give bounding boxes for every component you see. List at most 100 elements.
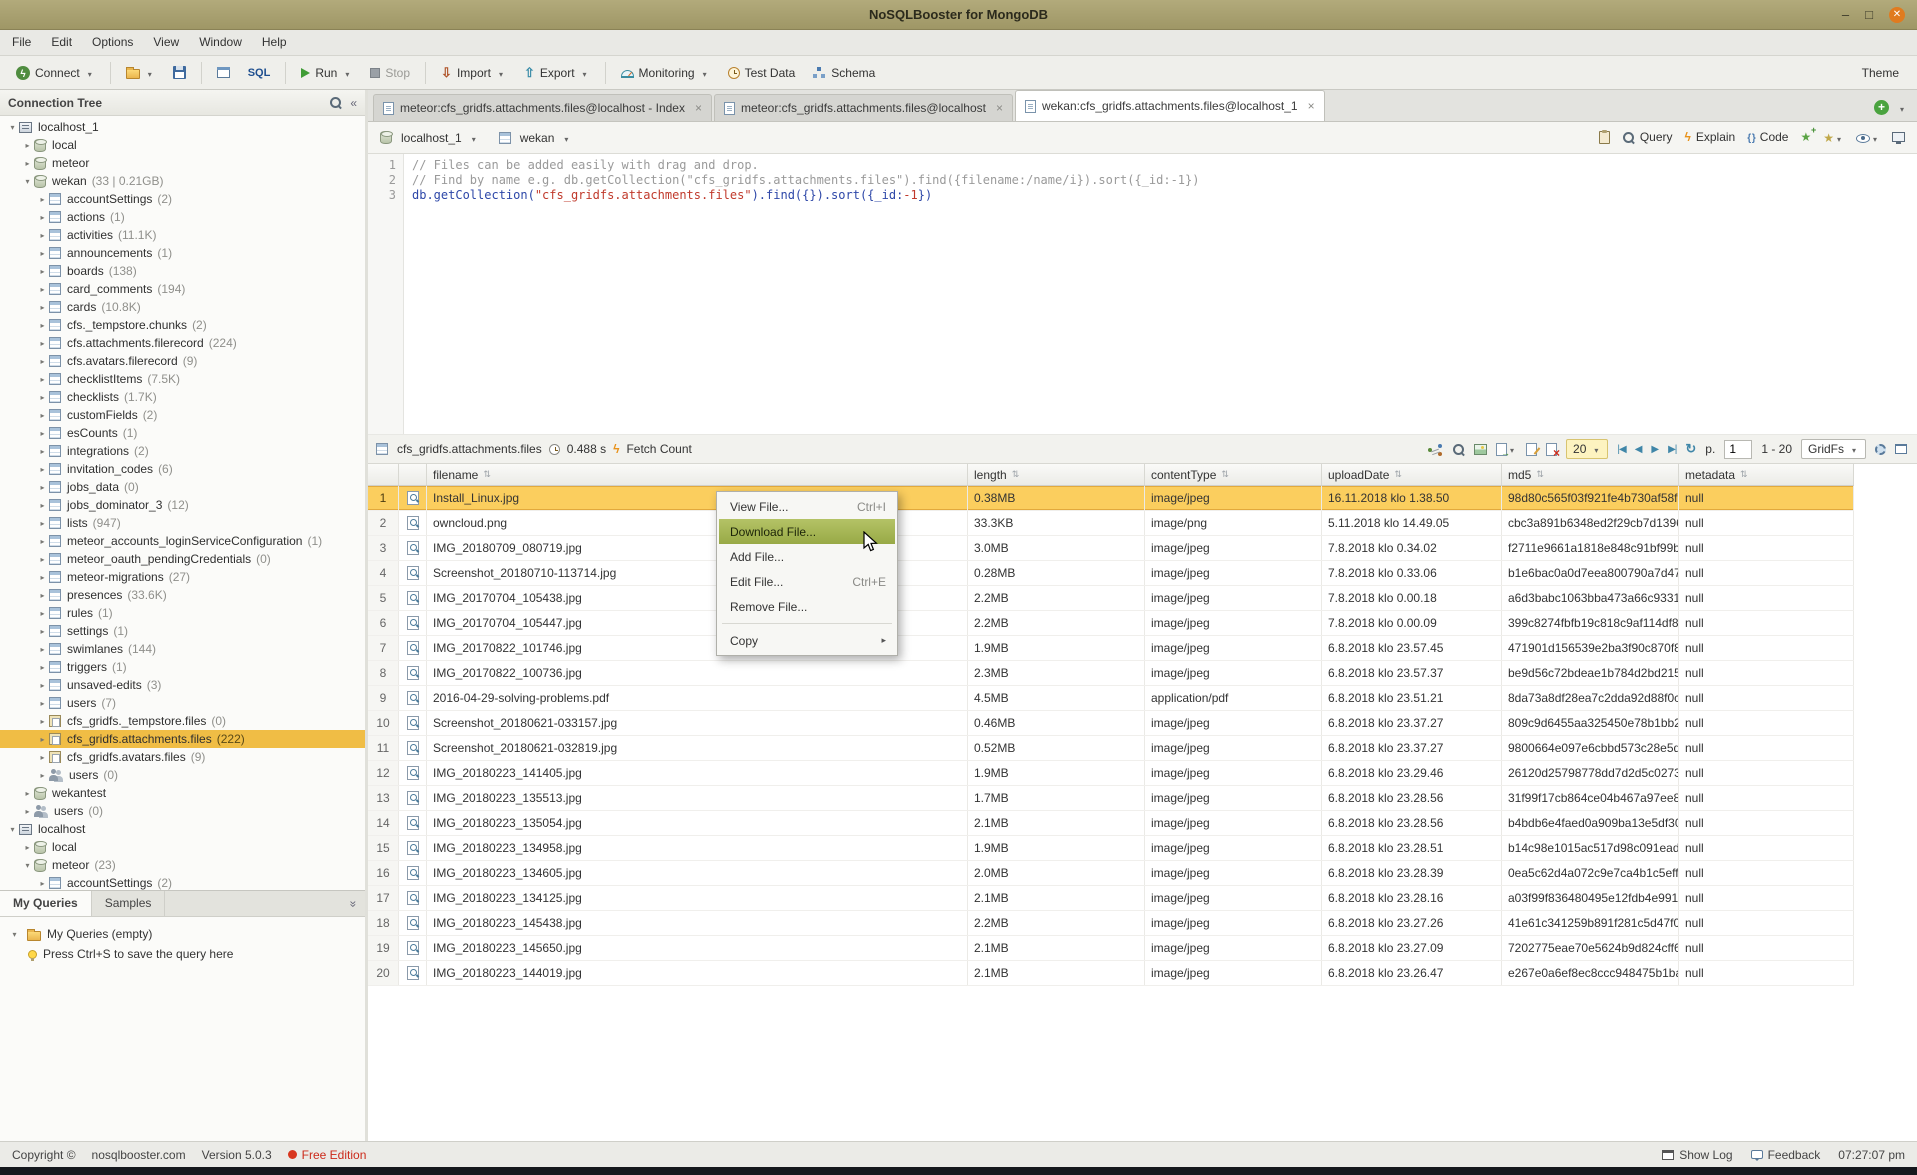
document-tab[interactable]: meteor:cfs_gridfs.attachments.files@loca… (714, 94, 1013, 121)
aggregate-icon[interactable] (1428, 444, 1443, 456)
tree-item[interactable]: ▸local (0, 136, 365, 154)
run-button[interactable]: Run (293, 61, 360, 85)
expander-icon[interactable]: ▸ (36, 303, 49, 312)
page-number-input[interactable] (1724, 440, 1752, 459)
expander-icon[interactable]: ▸ (36, 663, 49, 672)
expander-icon[interactable]: ▸ (36, 357, 49, 366)
expander-icon[interactable]: ▸ (36, 771, 49, 780)
table-row[interactable]: 15IMG_20180223_134958.jpg1.9MBimage/jpeg… (368, 836, 1854, 861)
tree-item[interactable]: ▸settings(1) (0, 622, 365, 640)
tree-item[interactable]: ▸users(7) (0, 694, 365, 712)
tree-item[interactable]: ▸cfs_gridfs.avatars.files(9) (0, 748, 365, 766)
edit-document-icon[interactable] (1526, 443, 1537, 456)
file-preview-icon[interactable] (407, 741, 419, 755)
tree-item[interactable]: ▸triggers(1) (0, 658, 365, 676)
tree-item[interactable]: ▸users(0) (0, 802, 365, 820)
expander-icon[interactable]: ▸ (36, 339, 49, 348)
fetch-count-button[interactable]: Fetch Count (626, 442, 691, 456)
expander-icon[interactable]: ▸ (36, 573, 49, 582)
expander-icon[interactable]: ▸ (36, 537, 49, 546)
expander-icon[interactable]: ▸ (36, 753, 49, 762)
export-button[interactable]: Export (516, 60, 598, 86)
add-favorite-icon[interactable] (1800, 130, 1811, 144)
file-preview-icon[interactable] (407, 591, 419, 605)
tree-item[interactable]: ▸integrations(2) (0, 442, 365, 460)
tree-item[interactable]: ▸meteor-migrations(27) (0, 568, 365, 586)
context-menu-item[interactable]: View File...Ctrl+I (719, 494, 895, 519)
table-row[interactable]: 3IMG_20180709_080719.jpg3.0MBimage/jpeg7… (368, 536, 1854, 561)
tree-item[interactable]: ▸invitation_codes(6) (0, 460, 365, 478)
expander-icon[interactable]: ▾ (21, 861, 34, 870)
table-row[interactable]: 7IMG_20170822_101746.jpg1.9MBimage/jpeg6… (368, 636, 1854, 661)
page-size-select[interactable]: 20 (1566, 439, 1608, 459)
image-preview-icon[interactable] (1474, 444, 1487, 455)
settings-gear-icon[interactable] (1875, 444, 1886, 455)
new-window-icon[interactable] (1892, 132, 1905, 142)
chevron-down-icon[interactable] (469, 131, 479, 145)
file-preview-icon[interactable] (407, 816, 419, 830)
maximize-panel-icon[interactable] (1895, 444, 1907, 454)
new-tab-button[interactable] (1874, 100, 1889, 115)
connect-button[interactable]: Connect (8, 61, 103, 85)
file-preview-icon[interactable] (407, 616, 419, 630)
minimize-button[interactable]: – (1842, 8, 1849, 21)
expander-icon[interactable]: ▸ (21, 789, 34, 798)
expander-icon[interactable]: ▸ (36, 555, 49, 564)
tree-item[interactable]: ▾localhost_1 (0, 118, 365, 136)
tree-item[interactable]: ▸rules(1) (0, 604, 365, 622)
tree-item[interactable]: ▸cfs._tempstore.chunks(2) (0, 316, 365, 334)
column-header-metadata[interactable]: metadata⇅ (1679, 464, 1854, 485)
context-menu-item[interactable]: Remove File... (719, 594, 895, 619)
tree-item[interactable]: ▸cfs_gridfs.attachments.files(222) (0, 730, 365, 748)
view-mode-select[interactable]: GridFs (1801, 439, 1866, 459)
expander-icon[interactable]: ▸ (36, 699, 49, 708)
table-row[interactable]: 10Screenshot_20180621-033157.jpg0.46MBim… (368, 711, 1854, 736)
expander-icon[interactable]: ▸ (36, 429, 49, 438)
paste-icon[interactable] (1599, 131, 1610, 144)
delete-document-icon[interactable] (1546, 443, 1557, 456)
next-page-button[interactable] (1651, 444, 1659, 455)
tree-item[interactable]: ▾wekan(33 | 0.21GB) (0, 172, 365, 190)
file-preview-icon[interactable] (407, 716, 419, 730)
expander-icon[interactable]: ▸ (36, 231, 49, 240)
context-menu-item[interactable]: Edit File...Ctrl+E (719, 569, 895, 594)
tree-item[interactable]: ▸actions(1) (0, 208, 365, 226)
previous-page-button[interactable] (1635, 444, 1643, 455)
table-row[interactable]: 19IMG_20180223_145650.jpg2.1MBimage/jpeg… (368, 936, 1854, 961)
expander-icon[interactable]: ▸ (36, 213, 49, 222)
expander-icon[interactable]: ▸ (36, 879, 49, 888)
menu-help[interactable]: Help (252, 30, 297, 55)
close-icon[interactable]: × (695, 101, 702, 115)
tab-samples[interactable]: Samples (92, 891, 166, 916)
file-preview-icon[interactable] (407, 516, 419, 530)
close-icon[interactable]: × (1308, 99, 1315, 113)
table-row[interactable]: 11Screenshot_20180621-032819.jpg0.52MBim… (368, 736, 1854, 761)
expander-icon[interactable]: ▸ (21, 141, 34, 150)
expander-icon[interactable]: ▸ (36, 393, 49, 402)
tree-item[interactable]: ▸checklists(1.7K) (0, 388, 365, 406)
feedback-button[interactable]: Feedback (1751, 1148, 1821, 1162)
query-editor[interactable]: 123 // Files can be added easily with dr… (368, 154, 1917, 435)
expander-icon[interactable]: ▸ (36, 195, 49, 204)
expander-icon[interactable]: ▸ (36, 447, 49, 456)
file-preview-icon[interactable] (407, 691, 419, 705)
tree-item[interactable]: ▸lists(947) (0, 514, 365, 532)
file-preview-icon[interactable] (407, 941, 419, 955)
expander-icon[interactable]: ▸ (21, 159, 34, 168)
tree-item[interactable]: ▸cfs_gridfs._tempstore.files(0) (0, 712, 365, 730)
tree-item[interactable]: ▸card_comments(194) (0, 280, 365, 298)
code-area[interactable]: // Files can be added easily with drag a… (404, 154, 1917, 434)
tree-item[interactable]: ▸jobs_dominator_3(12) (0, 496, 365, 514)
watch-dropdown[interactable] (1856, 130, 1880, 145)
show-log-button[interactable]: Show Log (1662, 1148, 1732, 1162)
file-preview-icon[interactable] (407, 966, 419, 980)
tree-item[interactable]: ▸esCounts(1) (0, 424, 365, 442)
table-row[interactable]: 4Screenshot_20180710-113714.jpg0.28MBima… (368, 561, 1854, 586)
breadcrumb-database[interactable]: localhost_1 (401, 131, 462, 145)
column-header-md5[interactable]: md5⇅ (1502, 464, 1679, 485)
tree-item[interactable]: ▸accountSettings(2) (0, 874, 365, 890)
tree-item[interactable]: ▸local (0, 838, 365, 856)
site-link[interactable]: nosqlbooster.com (92, 1148, 186, 1162)
expander-icon[interactable]: ▾ (8, 930, 21, 939)
tree-item[interactable]: ▸wekantest (0, 784, 365, 802)
